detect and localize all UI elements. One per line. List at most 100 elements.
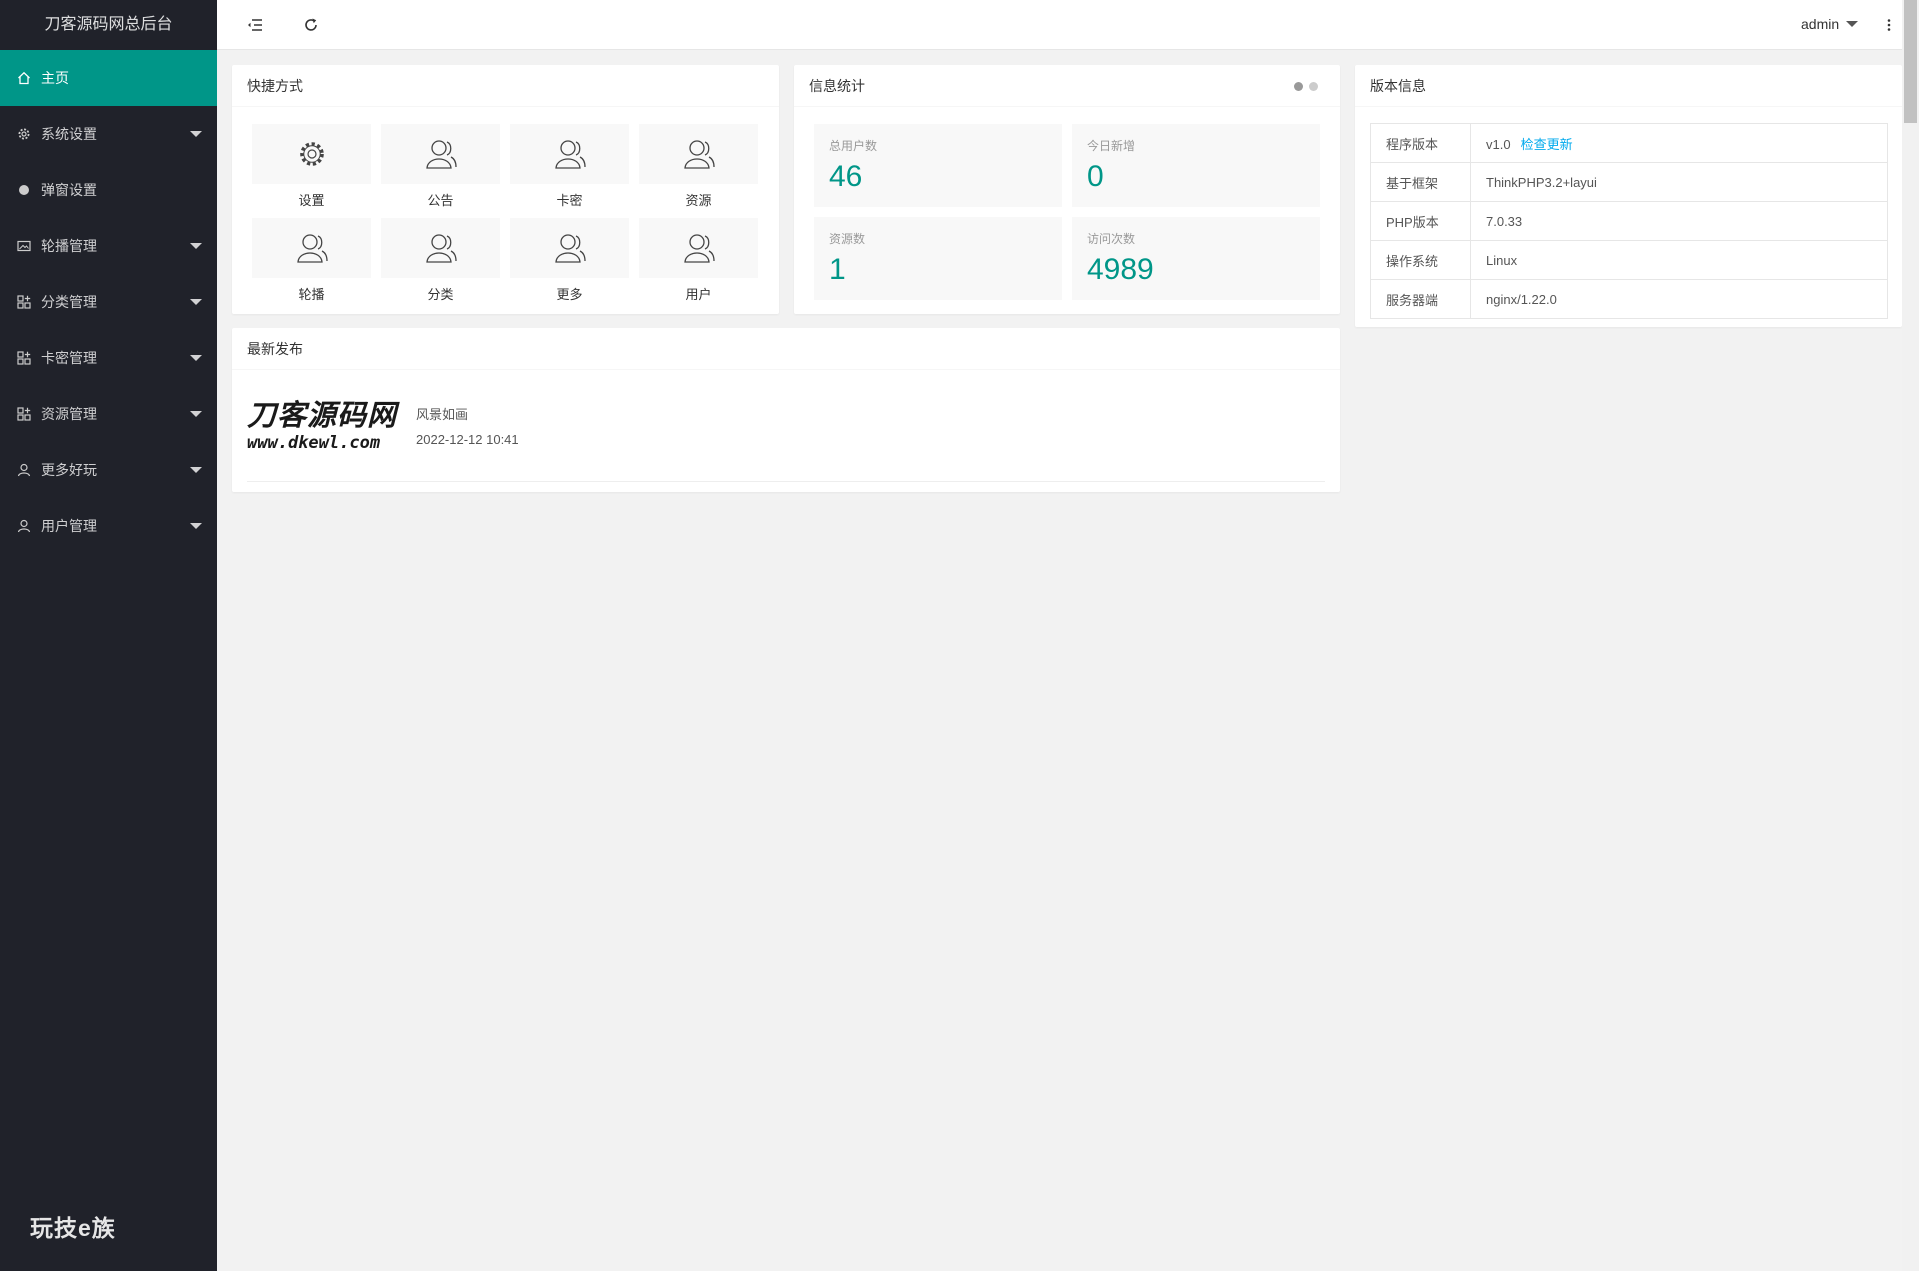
row-key: 操作系统 bbox=[1370, 240, 1471, 280]
sidebar-item-resources[interactable]: 资源管理 bbox=[0, 386, 217, 442]
shortcut-label: 更多 bbox=[556, 287, 583, 302]
shortcut-cards[interactable]: 卡密 bbox=[510, 124, 629, 214]
shortcut-resources[interactable]: 资源 bbox=[639, 124, 758, 214]
shortcut-label: 用户 bbox=[685, 287, 712, 302]
more-options-button[interactable] bbox=[1877, 13, 1901, 37]
stat-resources: 资源数 1 bbox=[814, 217, 1062, 300]
sidebar: 刀客源码网总后台 主页 系统设置 弹窗设置 轮播管理 分类管理 卡密管理 资源管… bbox=[0, 0, 217, 1271]
thumbnail-title: 刀客源码网 bbox=[247, 397, 398, 432]
user-icon bbox=[554, 234, 586, 263]
sidebar-item-label: 卡密管理 bbox=[41, 350, 97, 366]
chevron-down-icon bbox=[190, 299, 202, 305]
scrollbar-thumb[interactable] bbox=[1904, 0, 1917, 123]
home-icon bbox=[16, 70, 32, 86]
shortcut-more[interactable]: 更多 bbox=[510, 218, 629, 308]
shortcut-label: 公告 bbox=[427, 193, 454, 208]
circle-icon bbox=[16, 182, 32, 198]
shortcut-label: 设置 bbox=[298, 193, 325, 208]
sidebar-item-popup-settings[interactable]: 弹窗设置 bbox=[0, 162, 217, 218]
row-value: ThinkPHP3.2+layui bbox=[1470, 162, 1888, 202]
sidebar-item-home[interactable]: 主页 bbox=[0, 50, 217, 106]
row-key: PHP版本 bbox=[1370, 201, 1471, 241]
post-thumbnail[interactable]: 刀客源码网 www.dkewl.com bbox=[247, 395, 401, 457]
sidebar-item-users[interactable]: 用户管理 bbox=[0, 498, 217, 554]
row-key: 基于框架 bbox=[1370, 162, 1471, 202]
sidebar-item-carousel[interactable]: 轮播管理 bbox=[0, 218, 217, 274]
user-icon bbox=[16, 518, 32, 534]
sidebar-item-label: 轮播管理 bbox=[41, 238, 97, 254]
shortcut-announcement[interactable]: 公告 bbox=[381, 124, 500, 214]
stat-value: 4989 bbox=[1087, 253, 1154, 286]
refresh-button[interactable] bbox=[299, 13, 323, 37]
table-row: 基于框架 ThinkPHP3.2+layui bbox=[1370, 162, 1888, 202]
card-title: 信息统计 bbox=[794, 65, 1340, 107]
chevron-down-icon bbox=[1846, 21, 1859, 27]
apps-icon bbox=[16, 406, 32, 422]
card-title: 版本信息 bbox=[1355, 65, 1902, 107]
vertical-scrollbar[interactable] bbox=[1902, 0, 1919, 1271]
sidebar-logo[interactable]: 刀客源码网总后台 bbox=[0, 0, 217, 50]
row-value: nginx/1.22.0 bbox=[1470, 279, 1888, 319]
shortcut-category[interactable]: 分类 bbox=[381, 218, 500, 308]
version-card: 版本信息 程序版本 v1.0 检查更新 基于框架 ThinkPHP3.2+layu… bbox=[1355, 65, 1902, 327]
refresh-icon bbox=[305, 18, 317, 31]
image-icon bbox=[16, 238, 32, 254]
row-key: 服务器端 bbox=[1370, 279, 1471, 319]
shortcut-carousel[interactable]: 轮播 bbox=[252, 218, 371, 308]
user-icon bbox=[425, 234, 457, 263]
top-header: admin bbox=[217, 0, 1919, 50]
user-icon bbox=[683, 140, 715, 169]
user-menu[interactable]: admin bbox=[1801, 16, 1859, 32]
user-icon bbox=[16, 462, 32, 478]
stat-value: 0 bbox=[1087, 160, 1104, 193]
sidebar-item-more-fun[interactable]: 更多好玩 bbox=[0, 442, 217, 498]
sidebar-item-category[interactable]: 分类管理 bbox=[0, 274, 217, 330]
user-icon bbox=[683, 234, 715, 263]
stat-label: 今日新增 bbox=[1087, 139, 1136, 153]
row-value: v1.0 检查更新 bbox=[1470, 123, 1888, 163]
more-vertical-icon bbox=[1887, 19, 1891, 31]
shortcut-users[interactable]: 用户 bbox=[639, 218, 758, 308]
stat-label: 总用户数 bbox=[829, 139, 878, 153]
card-title: 最新发布 bbox=[232, 328, 1340, 370]
apps-icon bbox=[16, 294, 32, 310]
user-icon bbox=[554, 140, 586, 169]
post-meta: 风景如画 2022-12-12 10:41 bbox=[416, 404, 519, 447]
chevron-down-icon bbox=[190, 355, 202, 361]
stat-label: 访问次数 bbox=[1087, 232, 1136, 246]
gear-icon bbox=[16, 126, 32, 142]
sidebar-item-label: 更多好玩 bbox=[41, 462, 97, 478]
shortcut-label: 资源 bbox=[685, 193, 712, 208]
shrink-menu-icon bbox=[248, 19, 262, 31]
row-key: 程序版本 bbox=[1370, 123, 1471, 163]
shortcut-settings[interactable]: 设置 bbox=[252, 124, 371, 214]
chevron-down-icon bbox=[190, 411, 202, 417]
thumbnail-url: www.dkewl.com bbox=[247, 432, 381, 453]
latest-posts-card: 最新发布 刀客源码网 www.dkewl.com 风景如画 2022-12-12… bbox=[232, 328, 1340, 492]
row-value: Linux bbox=[1470, 240, 1888, 280]
menu-toggle-button[interactable] bbox=[243, 13, 267, 37]
indicator-dot[interactable] bbox=[1309, 82, 1318, 91]
gear-icon bbox=[299, 142, 324, 166]
user-icon bbox=[425, 140, 457, 169]
stat-value: 1 bbox=[829, 253, 846, 286]
check-update-link[interactable]: 检查更新 bbox=[1521, 137, 1573, 152]
table-row: 操作系统 Linux bbox=[1370, 240, 1888, 280]
post-date: 2022-12-12 10:41 bbox=[416, 432, 519, 447]
chevron-down-icon bbox=[190, 131, 202, 137]
sidebar-item-system-settings[interactable]: 系统设置 bbox=[0, 106, 217, 162]
carousel-indicator[interactable] bbox=[1294, 82, 1318, 91]
indicator-dot[interactable] bbox=[1294, 82, 1303, 91]
apps-icon bbox=[16, 350, 32, 366]
sidebar-item-label: 用户管理 bbox=[41, 518, 97, 534]
program-version: v1.0 bbox=[1486, 136, 1511, 152]
table-row: PHP版本 7.0.33 bbox=[1370, 201, 1888, 241]
stat-new-today: 今日新增 0 bbox=[1072, 124, 1320, 207]
table-row: 程序版本 v1.0 检查更新 bbox=[1370, 123, 1888, 163]
post-title[interactable]: 风景如画 bbox=[416, 404, 519, 423]
table-row: 服务器端 nginx/1.22.0 bbox=[1370, 279, 1888, 319]
sidebar-item-cards[interactable]: 卡密管理 bbox=[0, 330, 217, 386]
user-icon bbox=[296, 234, 328, 263]
list-item[interactable]: 刀客源码网 www.dkewl.com 风景如画 2022-12-12 10:4… bbox=[247, 370, 1325, 482]
stat-label: 资源数 bbox=[829, 232, 866, 246]
